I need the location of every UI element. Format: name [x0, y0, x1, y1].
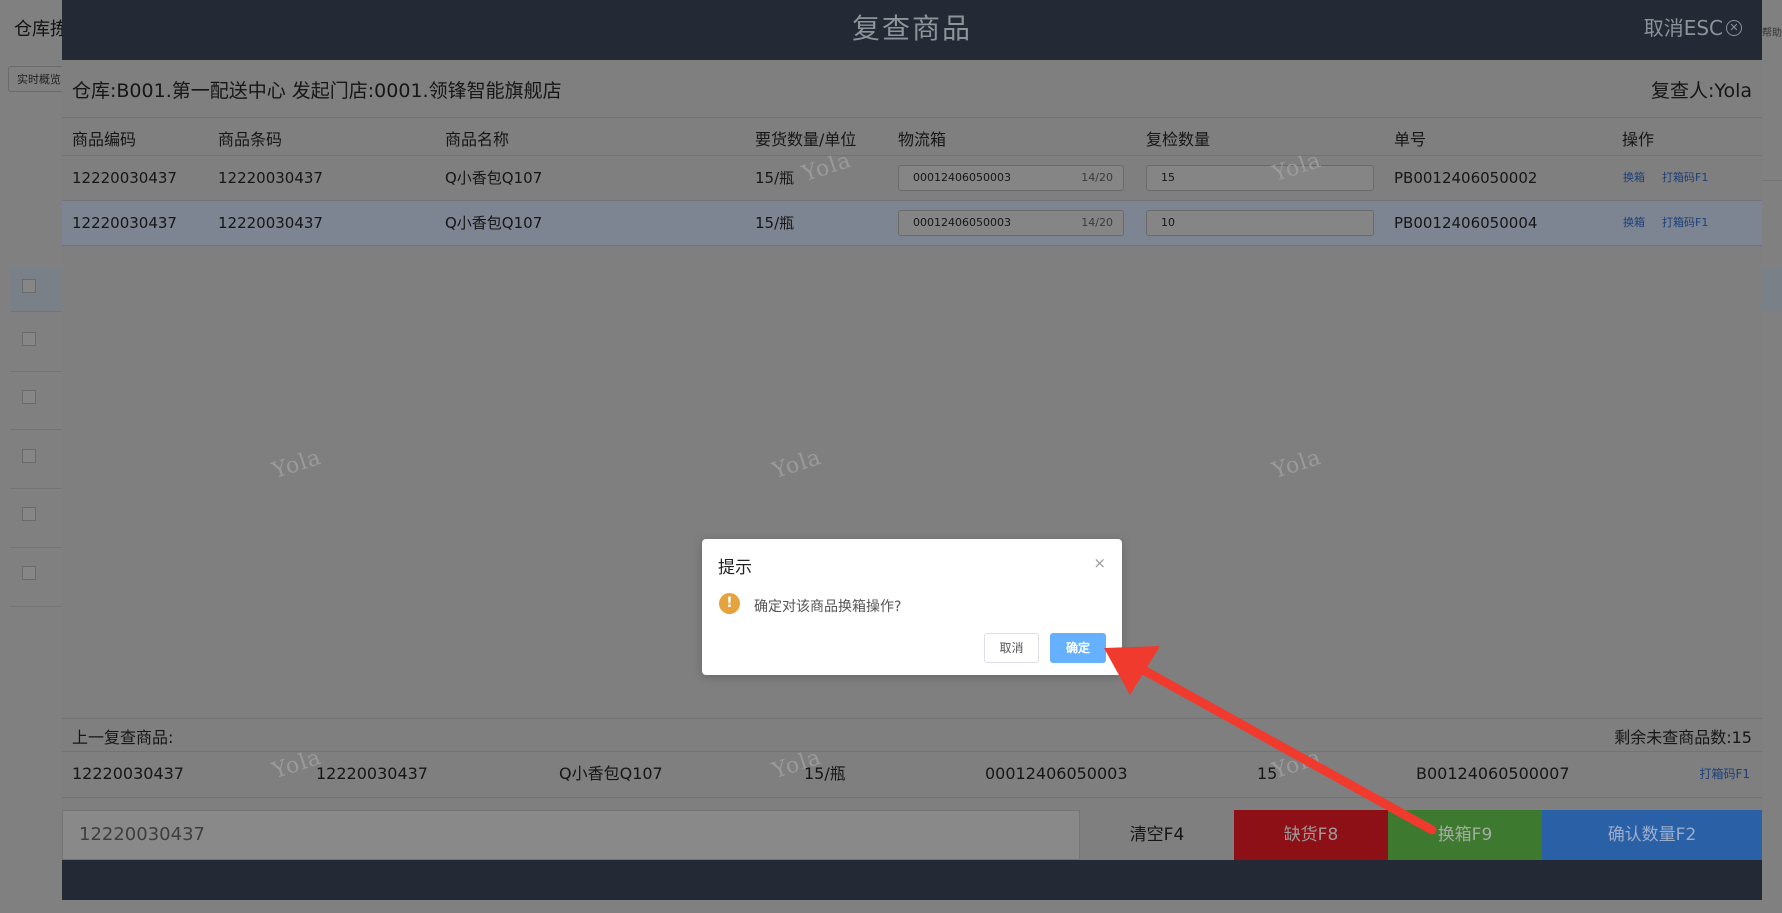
modal-cancel-button[interactable]: 取消ESC ✕	[1644, 0, 1742, 56]
background-tab: 实时概览	[8, 66, 66, 92]
column-header-name: 商品名称	[445, 130, 510, 149]
print-box-code-link[interactable]: 打箱码F1	[1662, 156, 1708, 200]
checkbox	[22, 507, 36, 521]
row-order-no: PB0012406050004	[1394, 214, 1538, 232]
row-barcode: 12220030437	[218, 214, 323, 232]
checkbox	[22, 390, 36, 404]
modal-footer	[62, 860, 1762, 900]
dialog-cancel-button[interactable]: 取消	[984, 633, 1039, 663]
background-row-highlight	[10, 267, 62, 311]
background-row-highlight	[1762, 267, 1782, 311]
check-qty-input[interactable]: 10	[1146, 210, 1374, 236]
check-qty-input[interactable]: 15	[1146, 165, 1374, 191]
confirm-dialog: 提示 × ! 确定对该商品换箱操作? 取消 确定	[702, 539, 1122, 675]
box-input[interactable]: 00012406050003 14/20	[898, 165, 1124, 191]
row-divider	[1762, 180, 1782, 181]
dialog-title: 提示	[718, 558, 752, 578]
column-header-qty-unit: 要货数量/单位	[755, 130, 857, 149]
row-name: Q小香包Q107	[445, 169, 543, 187]
warehouse-store-info: 仓库:B001.第一配送中心 发起门店:0001.领锋智能旗舰店	[72, 80, 562, 102]
prev-qty-unit: 15/瓶	[804, 764, 846, 783]
dialog-ok-button[interactable]: 确定	[1050, 633, 1106, 663]
background-help-link: 帮助	[1762, 28, 1782, 39]
prev-order-no: B00124060500007	[1416, 764, 1570, 783]
watermark: Yola	[769, 444, 825, 485]
checkbox	[22, 566, 36, 580]
close-circle-icon: ✕	[1726, 20, 1742, 36]
modal-cancel-label: 取消ESC	[1643, 16, 1723, 40]
prev-barcode: 12220030437	[316, 764, 428, 783]
dialog-message: 确定对该商品换箱操作?	[754, 599, 902, 615]
divider	[62, 797, 1762, 798]
swap-box-link[interactable]: 换箱	[1623, 156, 1645, 200]
table-row[interactable]: 12220030437 12220030437 Q小香包Q107 15/瓶 00…	[62, 156, 1762, 200]
confirm-quantity-button[interactable]: 确认数量F2	[1542, 810, 1762, 860]
row-divider	[10, 606, 62, 607]
column-header-box: 物流箱	[898, 130, 947, 149]
prev-code: 12220030437	[72, 764, 184, 783]
column-header-check-qty: 复检数量	[1146, 130, 1211, 149]
reviewer-label: 复查人:Yola	[1650, 80, 1752, 102]
watermark: Yola	[1269, 444, 1325, 485]
background-table-checkboxes	[10, 267, 62, 607]
row-name: Q小香包Q107	[445, 214, 543, 232]
remaining-count: 剩余未查商品数:15	[1614, 728, 1752, 747]
box-input-value: 00012406050003	[913, 171, 1011, 184]
divider	[62, 117, 1762, 118]
watermark: Yola	[269, 444, 325, 485]
swap-box-link[interactable]: 换箱	[1623, 201, 1645, 245]
column-header-order-no: 单号	[1394, 130, 1427, 149]
row-divider	[10, 311, 62, 312]
swap-box-button[interactable]: 换箱F9	[1388, 810, 1542, 860]
review-modal: 复查商品 取消ESC ✕ 仓库:B001.第一配送中心 发起门店:0001.领锋…	[62, 0, 1762, 900]
close-icon[interactable]: ×	[1093, 554, 1106, 572]
box-input-value: 00012406050003	[913, 216, 1011, 229]
box-input[interactable]: 00012406050003 14/20	[898, 210, 1124, 236]
column-header-action: 操作	[1622, 130, 1655, 149]
row-order-no: PB0012406050002	[1394, 169, 1538, 187]
row-code: 12220030437	[72, 169, 177, 187]
previous-item-row: 12220030437 12220030437 Q小香包Q107 15/瓶 00…	[62, 752, 1762, 796]
prev-qty: 15	[1257, 764, 1278, 783]
row-divider	[10, 547, 62, 548]
checkbox	[22, 449, 36, 463]
print-box-code-link[interactable]: 打箱码F1	[1662, 201, 1708, 245]
divider	[62, 245, 1762, 246]
shortage-button[interactable]: 缺货F8	[1234, 810, 1388, 860]
column-header-code: 商品编码	[72, 130, 137, 149]
modal-title: 复查商品	[851, 12, 972, 45]
column-header-barcode: 商品条码	[218, 130, 283, 149]
box-count: 14/20	[1081, 171, 1113, 184]
prev-name: Q小香包Q107	[559, 764, 663, 783]
table-row[interactable]: 12220030437 12220030437 Q小香包Q107 15/瓶 00…	[62, 201, 1762, 245]
clear-button[interactable]: 清空F4	[1080, 810, 1234, 860]
scan-input[interactable]: 12220030437	[62, 810, 1080, 860]
row-divider	[10, 371, 62, 372]
row-qty-unit: 15/瓶	[755, 169, 795, 187]
warning-icon: !	[719, 593, 740, 614]
background-title: 仓库拣	[14, 19, 68, 40]
row-divider	[10, 488, 62, 489]
previous-item-label: 上一复查商品:	[72, 728, 174, 747]
row-code: 12220030437	[72, 214, 177, 232]
row-barcode: 12220030437	[218, 169, 323, 187]
divider	[62, 718, 1762, 719]
row-divider	[10, 429, 62, 430]
prev-print-box-code-link[interactable]: 打箱码F1	[1699, 752, 1750, 796]
background-right-edge: 帮助	[1762, 0, 1782, 913]
row-qty-unit: 15/瓶	[755, 214, 795, 232]
box-count: 14/20	[1081, 216, 1113, 229]
checkbox	[22, 332, 36, 346]
prev-box: 00012406050003	[985, 764, 1128, 783]
checkbox	[22, 279, 36, 293]
